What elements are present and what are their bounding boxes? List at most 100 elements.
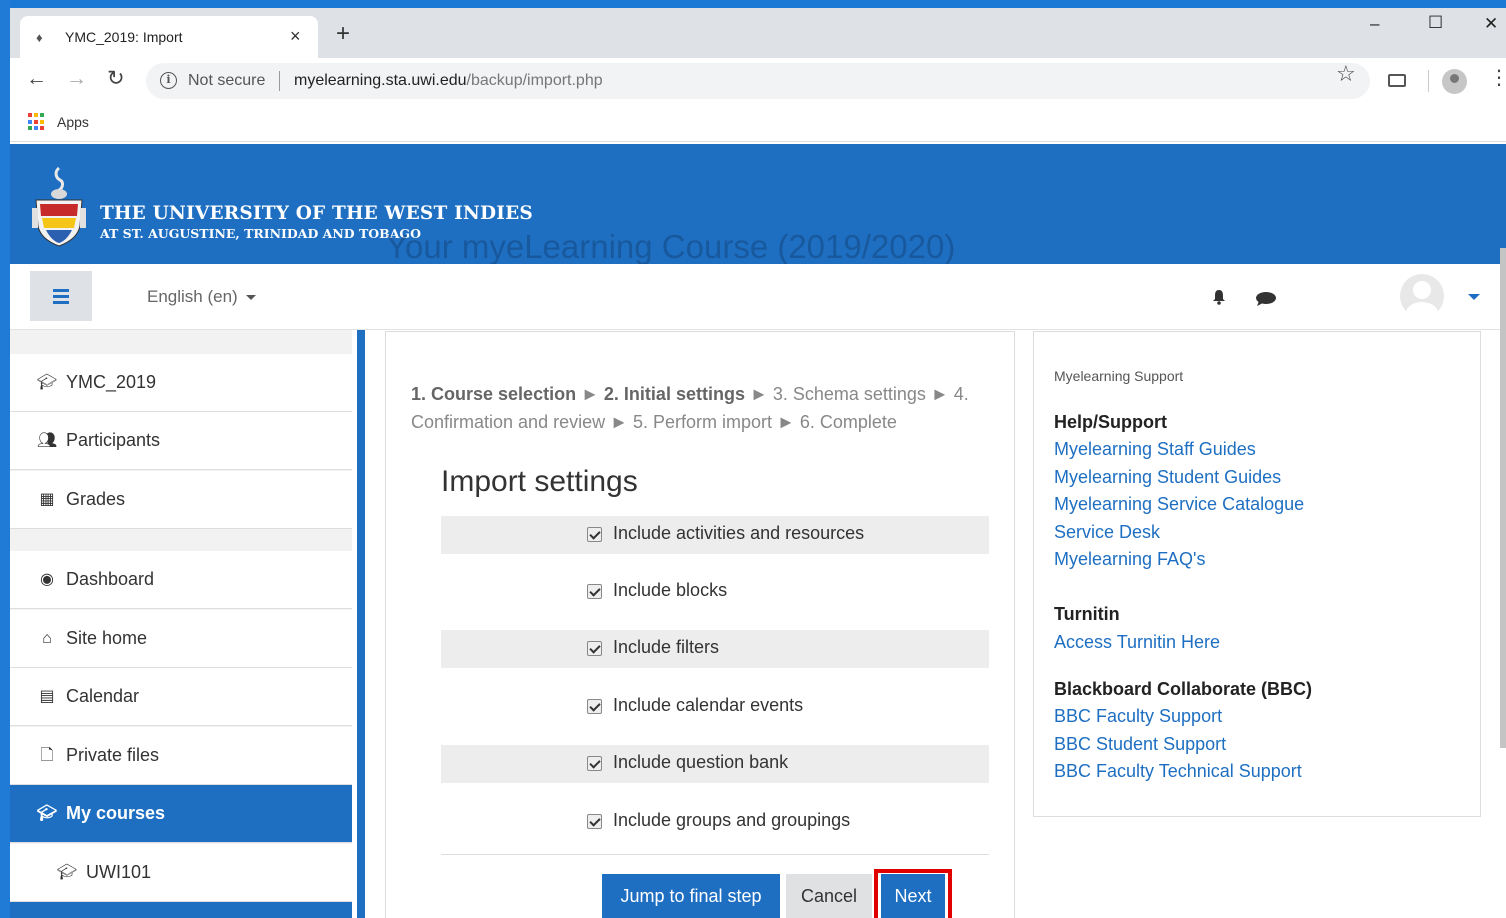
option-label[interactable]: Include blocks bbox=[613, 580, 727, 601]
service-catalogue-link[interactable]: Myelearning Service Catalogue bbox=[1054, 494, 1304, 515]
url-text[interactable]: myelearning.sta.uwi.edu/backup/import.ph… bbox=[294, 72, 603, 90]
step-5: 5. Perform import bbox=[632, 412, 772, 432]
service-desk-link[interactable]: Service Desk bbox=[1054, 522, 1160, 543]
forward-arrow-icon[interactable]: → bbox=[66, 68, 87, 90]
university-name: THE UNIVERSITY OF THE WEST INDIES bbox=[100, 203, 533, 224]
drawer-border bbox=[357, 330, 365, 918]
sidebar-item-grades[interactable]: ▦ Grades bbox=[10, 471, 352, 529]
groups-checkbox[interactable] bbox=[587, 814, 602, 829]
step-arrow: ► bbox=[930, 384, 949, 404]
step-6: 6. Complete bbox=[799, 412, 897, 432]
drawer-toggle-button[interactable] bbox=[30, 271, 92, 321]
bell-icon[interactable] bbox=[1212, 289, 1226, 305]
dashboard-icon: ◉ bbox=[40, 571, 54, 588]
support-block: Myelearning Support Help/Support Myelear… bbox=[1033, 331, 1481, 817]
sidebar-item-my-courses[interactable]: 🎓︎ My courses bbox=[10, 785, 352, 843]
option-row-groups: Include groups and groupings bbox=[441, 803, 989, 841]
bbc-faculty-support-link[interactable]: BBC Faculty Support bbox=[1054, 706, 1222, 727]
option-row-calendar: Include calendar events bbox=[441, 688, 989, 726]
cancel-button[interactable]: Cancel bbox=[786, 874, 872, 918]
hamburger-bar bbox=[53, 295, 69, 298]
question-bank-checkbox[interactable] bbox=[587, 756, 602, 771]
graduation-cap-icon: 🎓︎ bbox=[36, 374, 58, 391]
star-icon[interactable]: ☆ bbox=[1336, 61, 1356, 87]
sidebar-item-label: Private files bbox=[66, 745, 160, 765]
student-guides-link[interactable]: Myelearning Student Guides bbox=[1054, 467, 1281, 488]
next-button[interactable]: Next bbox=[881, 874, 945, 918]
activities-checkbox[interactable] bbox=[587, 527, 602, 542]
option-row-filters: Include filters bbox=[441, 630, 989, 668]
sidebar-item-site-home[interactable]: ⌂ Site home bbox=[10, 610, 352, 668]
support-block-title: Myelearning Support bbox=[1054, 368, 1184, 384]
hamburger-bar bbox=[53, 301, 69, 304]
reload-icon[interactable]: ↻ bbox=[107, 68, 125, 90]
sidebar-item-private-files[interactable]: 🗋︎ Private files bbox=[10, 727, 352, 785]
toolbar-divider bbox=[1428, 70, 1429, 92]
browser-tab[interactable]: ♦ YMC_2019: Import × bbox=[20, 16, 318, 58]
import-settings-heading: Import settings bbox=[441, 465, 638, 498]
sidebar-item-label: Dashboard bbox=[66, 569, 155, 589]
chevron-down-icon bbox=[245, 295, 256, 301]
bbc-technical-support-link[interactable]: BBC Faculty Technical Support bbox=[1054, 761, 1302, 782]
window-close-button[interactable]: ✕ bbox=[1484, 14, 1498, 34]
home-icon: ⌂ bbox=[42, 630, 52, 647]
desktop-edge-top bbox=[0, 0, 1506, 8]
turnitin-heading: Turnitin bbox=[1054, 604, 1120, 624]
faq-link[interactable]: Myelearning FAQ's bbox=[1054, 549, 1206, 570]
minimize-button[interactable]: – bbox=[1370, 14, 1379, 34]
close-tab-icon[interactable]: × bbox=[290, 26, 301, 47]
apps-bookmark[interactable]: Apps bbox=[57, 114, 89, 130]
sidebar-item-label: Site home bbox=[66, 628, 148, 648]
back-arrow-icon[interactable]: ← bbox=[26, 68, 47, 90]
sidebar-item-course[interactable]: 🎓︎ YMC_2019 bbox=[10, 354, 352, 412]
info-icon[interactable]: i bbox=[160, 72, 177, 89]
step-1: 1. Course selection bbox=[411, 384, 577, 404]
user-menu-chevron-icon[interactable] bbox=[1468, 294, 1480, 300]
calendar-events-checkbox[interactable] bbox=[587, 699, 602, 714]
form-divider bbox=[441, 854, 989, 855]
staff-guides-link[interactable]: Myelearning Staff Guides bbox=[1054, 439, 1256, 460]
option-label[interactable]: Include activities and resources bbox=[613, 523, 864, 544]
apps-grid-icon[interactable] bbox=[28, 113, 46, 131]
sidebar-item-uwi101[interactable]: 🎓︎ UWI101 bbox=[10, 844, 352, 902]
menu-dots-icon[interactable]: ⋮ bbox=[1489, 68, 1506, 88]
sidebar-item-participants[interactable]: 👥︎ Participants bbox=[10, 412, 352, 470]
step-arrow: ► bbox=[581, 384, 599, 404]
page-scrollbar[interactable] bbox=[1500, 248, 1506, 748]
sidebar-item-next-course[interactable] bbox=[10, 902, 352, 918]
jump-to-final-step-button[interactable]: Jump to final step bbox=[602, 874, 780, 918]
turnitin-link[interactable]: Access Turnitin Here bbox=[1054, 632, 1220, 653]
security-status[interactable]: Not secure bbox=[188, 72, 265, 90]
step-arrow: ► bbox=[749, 384, 768, 404]
address-bar[interactable]: i Not secure myelearning.sta.uwi.edu/bac… bbox=[146, 63, 1370, 99]
option-label[interactable]: Include groups and groupings bbox=[613, 810, 850, 831]
blocks-checkbox[interactable] bbox=[587, 584, 602, 599]
sidebar-item-label: My courses bbox=[66, 803, 166, 823]
option-label[interactable]: Include question bank bbox=[613, 752, 788, 773]
bbc-student-support-link[interactable]: BBC Student Support bbox=[1054, 734, 1226, 755]
maximize-button[interactable]: ☐ bbox=[1428, 13, 1443, 33]
import-form-card: 1. Course selection ► 2. Initial setting… bbox=[385, 331, 1015, 918]
cast-icon[interactable] bbox=[1388, 74, 1406, 87]
bbc-heading: Blackboard Collaborate (BBC) bbox=[1054, 679, 1313, 699]
url-path: /backup/import.php bbox=[466, 72, 603, 89]
language-label: English (en) bbox=[147, 287, 238, 306]
campus-name: AT ST. AUGUSTINE, TRINIDAD AND TOBAGO bbox=[100, 226, 421, 241]
graduation-cap-icon: 🎓︎ bbox=[56, 864, 78, 881]
sidebar-item-dashboard[interactable]: ◉ Dashboard bbox=[10, 551, 352, 609]
step-arrow: ► bbox=[777, 412, 795, 432]
option-label[interactable]: Include calendar events bbox=[613, 695, 803, 716]
user-avatar[interactable] bbox=[1400, 274, 1444, 318]
help-support-heading: Help/Support bbox=[1054, 412, 1167, 432]
new-tab-button[interactable]: + bbox=[336, 22, 350, 46]
option-label[interactable]: Include filters bbox=[613, 637, 719, 658]
language-selector[interactable]: English (en) bbox=[147, 287, 256, 307]
sidebar-item-calendar[interactable]: ▤ Calendar bbox=[10, 668, 352, 726]
sidebar-item-label: Grades bbox=[66, 489, 126, 509]
uwi-crest-logo[interactable] bbox=[30, 164, 88, 250]
filters-checkbox[interactable] bbox=[587, 641, 602, 656]
option-row-activities: Include activities and resources bbox=[441, 516, 989, 554]
chat-icon[interactable] bbox=[1255, 292, 1277, 306]
import-progress-steps: 1. Course selection ► 2. Initial setting… bbox=[411, 380, 991, 436]
profile-icon[interactable] bbox=[1442, 69, 1467, 94]
